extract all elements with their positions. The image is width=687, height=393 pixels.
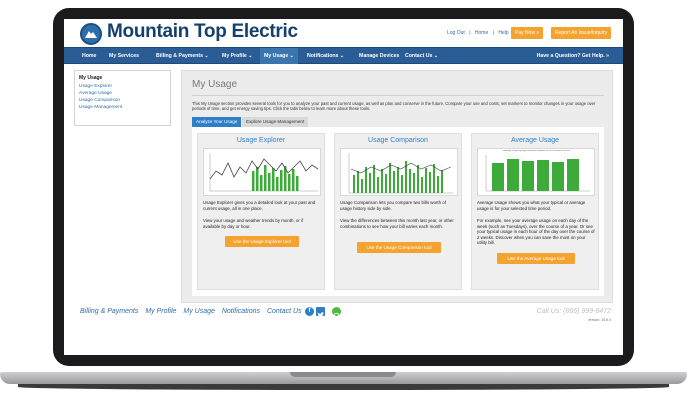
card-description: Usage Explorer gives you a detailed look… (203, 200, 316, 211)
nav-notifications[interactable]: Notifications ⌄ (307, 48, 344, 64)
card-average-usage: Average Usage Average usage by day of th… (471, 133, 599, 290)
sidebar-item-average-usage[interactable]: Average Usage (79, 90, 166, 97)
help-link[interactable]: Help (498, 30, 508, 36)
nav-home[interactable]: Home (82, 48, 96, 64)
laptop-shadow (18, 384, 669, 390)
usage-comparison-button[interactable]: Use the Usage Comparison tool (357, 242, 441, 253)
usage-explorer-button[interactable]: Use the Usage Explorer tool (225, 236, 299, 247)
facebook-icon[interactable]: f (305, 307, 314, 316)
card-title: Average Usage (510, 137, 560, 144)
average-usage-chart-thumbnail: Average usage by day of the week between… (477, 148, 595, 196)
footer-link-billing[interactable]: Billing & Payments (80, 308, 138, 315)
logout-link[interactable]: Log Out (447, 30, 465, 36)
tab-panel: Usage Explorer Usage Explorer gives you … (192, 127, 604, 296)
card-title: Usage Explorer (236, 137, 286, 144)
card-usage-comparison: Usage Comparison Usage Comparison lets y… (334, 133, 462, 290)
sidebar-item-usage-management[interactable]: Usage Management (79, 104, 166, 111)
card-description: Usage Comparison lets you compare two bi… (340, 200, 446, 211)
card-usage-explorer: Usage Explorer Usage Explorer gives you … (197, 133, 325, 290)
call-us-phone: Call Us: (866) 999-8472 (536, 308, 611, 315)
pay-now-button[interactable]: Pay Now » (511, 27, 544, 39)
twitter-icon[interactable] (316, 307, 325, 318)
intro-text: This My Usage section provides several t… (192, 101, 596, 112)
tab-explore-usage-management[interactable]: Explore Usage Management (242, 117, 309, 127)
laptop-base-notch (290, 372, 396, 377)
site-header: Mountain Top Electric Log Out | Home | H… (64, 19, 623, 47)
report-issue-button[interactable]: Report An Issue/Inquiry (551, 27, 611, 39)
home-link[interactable]: Home (475, 30, 488, 36)
nav-my-usage[interactable]: My Usage ⌄ (260, 48, 299, 64)
tab-analyze-your-usage[interactable]: Analyze Your Usage (192, 117, 242, 127)
usage-comparison-chart-thumbnail (340, 148, 458, 196)
card-description: Average Usage shows you what your typica… (477, 200, 586, 211)
top-utility-links: Log Out | Home | Help (447, 30, 512, 36)
nav-billing-payments[interactable]: Billing & Payments ⌄ (156, 48, 209, 64)
get-help-link[interactable]: Have a Question? Get Help. » (537, 48, 609, 64)
footer-link-contact[interactable]: Contact Us (267, 308, 302, 315)
footer-link-profile[interactable]: My Profile (145, 308, 176, 315)
nav-my-services[interactable]: My Services (109, 48, 139, 64)
nav-contact-us[interactable]: Contact Us ⌄ (405, 48, 438, 64)
card-description-secondary: View the differences between this month … (340, 218, 454, 229)
page-title: My Usage (192, 79, 238, 90)
mountain-logo-icon (80, 23, 102, 45)
card-description-secondary: View your usage and weather trends by mo… (203, 218, 304, 229)
laptop-screen: Mountain Top Electric Log Out | Home | H… (64, 19, 623, 355)
usage-explorer-chart-thumbnail (203, 148, 321, 196)
main-content: My Usage This My Usage section provides … (181, 70, 613, 303)
sidebar-item-usage-comparison[interactable]: Usage Comparison (79, 97, 166, 104)
main-nav: Home My Services Billing & Payments ⌄ My… (64, 47, 623, 64)
divider: | (492, 30, 494, 36)
footer-link-notifications[interactable]: Notifications (222, 308, 260, 315)
sidebar-item-usage-explorer[interactable]: Usage Explorer (79, 83, 166, 90)
title-divider (192, 95, 604, 96)
divider: | (469, 30, 471, 36)
average-usage-button[interactable]: Use the Average Usage tool (497, 253, 575, 264)
card-description-secondary: For example, see your average usage on e… (477, 218, 595, 246)
footer-link-usage[interactable]: My Usage (183, 308, 215, 315)
sidebar-title: My Usage (79, 75, 103, 81)
footer-links: Billing & Payments My Profile My Usage N… (80, 308, 307, 315)
rss-icon[interactable] (332, 307, 341, 319)
sidebar: My Usage Usage Explorer Average Usage Us… (74, 70, 171, 126)
version-label: Version: 16.8.0 (587, 318, 611, 322)
nav-manage-devices[interactable]: Manage Devices (359, 48, 399, 64)
site-logo-text[interactable]: Mountain Top Electric (107, 21, 298, 43)
nav-my-profile[interactable]: My Profile ⌄ (222, 48, 253, 64)
chart-caption: Average usage by day of the week between… (503, 150, 571, 152)
card-title: Usage Comparison (368, 137, 428, 144)
